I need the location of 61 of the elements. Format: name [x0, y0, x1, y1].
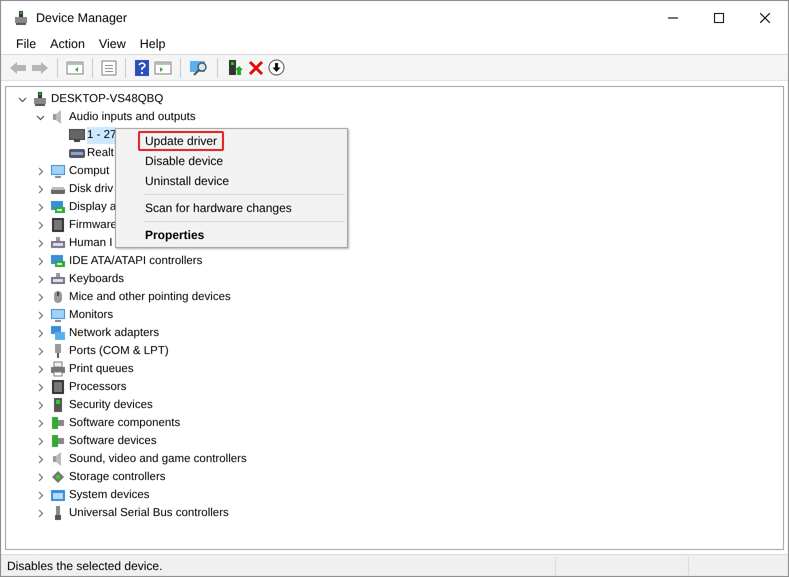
console-tree-icon[interactable] [66, 60, 84, 76]
context-menu-item[interactable]: Uninstall device [138, 171, 236, 191]
tree-item[interactable]: Audio inputs and outputs [69, 108, 196, 126]
monitor-icon [68, 127, 86, 143]
down-arrow-circle-icon[interactable] [268, 59, 285, 76]
menu-item[interactable]: Action [43, 35, 92, 54]
close-icon [760, 13, 770, 23]
tree-item[interactable]: Software components [69, 414, 180, 432]
status-text: Disables the selected device. [6, 558, 164, 574]
network-icon [50, 325, 66, 341]
menu-item[interactable]: View [92, 35, 133, 54]
tree-item[interactable]: Realt [87, 144, 114, 162]
adapter-card-icon [50, 253, 66, 269]
window-title: Device Manager [36, 10, 128, 27]
tree-item[interactable]: Ports (COM & LPT) [69, 342, 169, 360]
computer-icon [13, 10, 29, 26]
printer-icon [50, 361, 66, 377]
scan-monitor-icon[interactable] [189, 58, 209, 76]
tree-item[interactable]: Universal Serial Bus controllers [69, 504, 229, 522]
computer-icon [32, 91, 48, 107]
tree-item[interactable]: Storage controllers [69, 468, 166, 486]
tree-item[interactable]: Human I [69, 234, 112, 252]
tree-item[interactable]: Software devices [69, 432, 157, 450]
adapter-card-icon [50, 199, 66, 215]
system-folder-icon [50, 487, 66, 503]
monitor-icon [50, 163, 66, 179]
tree-item[interactable]: Security devices [69, 396, 153, 414]
storage-icon [50, 469, 66, 485]
tree-item[interactable]: Disk driv [69, 180, 114, 198]
component-icon [50, 415, 66, 431]
context-menu-item[interactable]: Disable device [138, 151, 230, 171]
chip-icon [50, 217, 66, 233]
tree-item[interactable]: Processors [69, 378, 127, 396]
tree-item[interactable]: Monitors [69, 306, 114, 324]
tree-item[interactable]: Keyboards [69, 270, 124, 288]
tree-item[interactable]: Mice and other pointing devices [69, 288, 231, 306]
menu-item[interactable]: File [9, 35, 44, 54]
keyboard-icon [50, 271, 66, 287]
tree-item[interactable]: Firmware [69, 216, 117, 234]
tree-item[interactable]: System devices [69, 486, 150, 504]
context-menu-item[interactable]: Update driver [138, 131, 224, 151]
chip-icon [50, 379, 66, 395]
context-menu-item[interactable]: Properties [138, 225, 212, 245]
context-menu-item[interactable]: Scan for hardware changes [138, 198, 299, 218]
delete-x-icon[interactable] [248, 60, 264, 76]
maximize-icon [714, 13, 724, 23]
tree-item[interactable]: 1 - 27 [87, 126, 116, 144]
keyboard-icon [50, 235, 66, 251]
tree-item[interactable]: Print queues [69, 360, 134, 378]
tree-item[interactable]: Sound, video and game controllers [69, 450, 247, 468]
monitor-icon [50, 307, 66, 323]
action-pane-icon[interactable] [154, 60, 172, 76]
update-driver-icon[interactable] [226, 58, 244, 76]
menu-item[interactable]: Help [132, 35, 172, 54]
tree-item[interactable]: Comput [69, 162, 110, 180]
help-icon[interactable] [134, 58, 150, 76]
properties-icon[interactable] [101, 60, 117, 76]
tree-item[interactable]: Network adapters [69, 324, 160, 342]
tree-item[interactable]: IDE ATA/ATAPI controllers [69, 252, 202, 270]
tree-item[interactable]: DESKTOP-VS48QBQ [51, 90, 164, 108]
component-icon [50, 433, 66, 449]
